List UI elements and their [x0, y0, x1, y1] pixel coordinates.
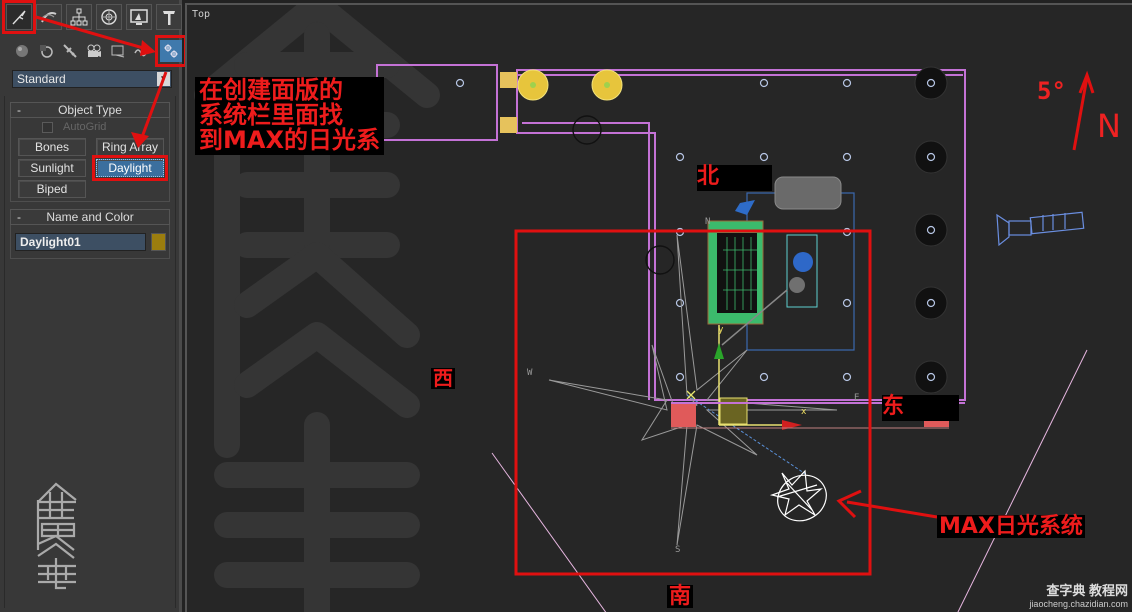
light-fixtures: [517, 69, 675, 275]
ring-array-button[interactable]: Ring Array: [96, 138, 164, 156]
command-panel-tabs: [2, 0, 182, 34]
door-marker-south: [671, 403, 696, 427]
object-category-dropdown[interactable]: Standard ▼: [12, 70, 172, 88]
guide-line: [957, 349, 1088, 612]
instruction-line: 在创建面版的: [199, 76, 343, 104]
rollout-title: Name and Color: [46, 210, 134, 224]
north-letter-label: N: [1097, 107, 1121, 145]
sofa-object: [774, 176, 842, 210]
daylight-system-label: MAX日光系统: [937, 514, 1085, 539]
north-angle-label: 5°: [1037, 77, 1066, 105]
shapes-icon: [40, 45, 53, 58]
systems-icon: [164, 44, 178, 58]
compass-label-s: S: [675, 545, 681, 555]
autogrid-label: AutoGrid: [63, 121, 107, 133]
south-label: 南: [667, 584, 694, 609]
x-axis-label: x: [801, 407, 807, 417]
viewport-top[interactable]: Top W S E N y x 在创建面版的 系统栏里面找 到MAX的日光系 北…: [185, 3, 1132, 612]
north-label: 北: [697, 165, 772, 191]
tab-motion[interactable]: [96, 4, 122, 30]
motion-icon: [101, 9, 117, 25]
tab-modify[interactable]: [36, 4, 62, 30]
category-cameras[interactable]: [84, 41, 104, 61]
instruction-annotation: 在创建面版的 系统栏里面找 到MAX的日光系: [195, 77, 384, 155]
dark-columns: [914, 66, 948, 394]
bones-button[interactable]: Bones: [18, 138, 86, 156]
dropdown-value: Standard: [17, 72, 66, 86]
instruction-line: 到MAX的日光系: [199, 126, 380, 155]
utilities-icon: [163, 11, 175, 25]
lights-icon: [63, 44, 77, 58]
compass-center-marker: [686, 390, 696, 400]
modify-icon: [41, 12, 57, 23]
collapse-icon: -: [17, 103, 21, 117]
blue-chair-object: [735, 200, 755, 215]
create-icon: [12, 10, 26, 25]
category-shapes[interactable]: [36, 41, 56, 61]
space-warps-icon: [134, 48, 150, 57]
category-geometry[interactable]: [12, 41, 32, 61]
daylight-system-icon: [769, 469, 827, 522]
compass-label-e: E: [854, 393, 860, 403]
camera-object: [996, 211, 1085, 247]
y-axis-label: y: [718, 325, 724, 335]
helpers-icon: [111, 45, 125, 58]
category-systems[interactable]: [155, 35, 187, 67]
tab-hierarchy[interactable]: [66, 4, 92, 30]
create-categories: [12, 35, 187, 67]
object-color-swatch[interactable]: [151, 233, 166, 251]
site-watermark: 查字典 教程网 jiaocheng.chazidian.com: [1008, 580, 1128, 610]
west-label: 西: [431, 366, 455, 390]
blue-sphere-object: [793, 252, 813, 272]
sunlight-button[interactable]: Sunlight: [18, 159, 86, 177]
compass-label-n: N: [705, 217, 711, 227]
guide-line: [491, 452, 607, 612]
category-lights[interactable]: [60, 41, 80, 61]
category-space-warps[interactable]: [132, 41, 152, 61]
rollout-title: Object Type: [58, 103, 122, 117]
object-type-rollout-header[interactable]: - Object Type: [10, 102, 170, 118]
arrow-to-daylight-system: [836, 489, 938, 519]
logo-icon: [36, 482, 77, 590]
geometry-icon: [16, 45, 28, 57]
biped-button[interactable]: Biped: [18, 180, 86, 198]
tab-utilities[interactable]: [156, 4, 182, 30]
tab-display[interactable]: [126, 4, 152, 30]
door-markers: [500, 72, 517, 133]
watermark-title: 查字典 教程网: [1046, 583, 1128, 598]
object-name-input[interactable]: Daylight01: [15, 233, 146, 251]
name-color-rollout-header[interactable]: - Name and Color: [10, 209, 170, 225]
daylight-button[interactable]: Daylight: [96, 159, 164, 177]
hierarchy-icon: [70, 8, 88, 26]
chevron-down-icon: ▼: [157, 72, 170, 86]
east-label: 东: [882, 395, 959, 421]
tab-create[interactable]: [2, 0, 36, 34]
display-icon: [130, 9, 148, 25]
checkbox-box: [42, 121, 53, 133]
compass-label-w: W: [527, 368, 533, 378]
collapse-icon: -: [17, 210, 21, 224]
cameras-icon: [87, 44, 101, 57]
north-arrow: [1072, 70, 1095, 151]
watermark-url: jiaocheng.chazidian.com: [1029, 599, 1128, 609]
category-helpers[interactable]: [108, 41, 128, 61]
command-panel: Standard ▼ - Object Type AutoGrid Bones …: [0, 0, 187, 612]
instruction-line: 系统栏里面找: [199, 101, 343, 130]
autogrid-checkbox[interactable]: AutoGrid: [42, 121, 106, 133]
gray-sphere-object: [789, 277, 805, 293]
